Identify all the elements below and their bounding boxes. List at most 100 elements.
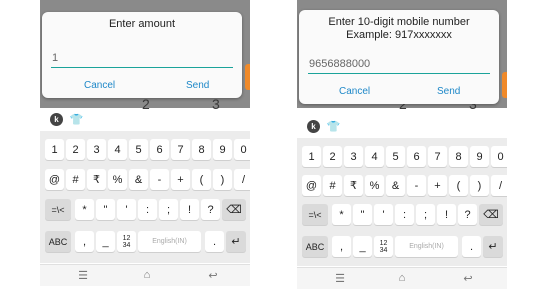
key-space[interactable]: English(IN) <box>138 231 201 252</box>
k-logo-icon[interactable]: k <box>307 120 320 133</box>
key-4[interactable]: 4 <box>365 146 384 167</box>
key-0[interactable]: 0 <box>234 139 250 160</box>
key-period[interactable]: . <box>205 231 224 252</box>
send-button[interactable]: Send <box>186 80 209 91</box>
amount-dialog: Enter amount 1 Cancel Send <box>42 12 242 98</box>
key-5[interactable]: 5 <box>386 146 405 167</box>
key-close-paren[interactable]: ) <box>213 169 232 190</box>
key-colon[interactable]: : <box>395 204 414 225</box>
key-semicolon[interactable]: ; <box>159 199 178 220</box>
key-2[interactable]: 2 <box>323 146 342 167</box>
key-2[interactable]: 2 <box>66 139 85 160</box>
key-abc[interactable]: ABC <box>45 231 71 252</box>
key-slash[interactable]: / <box>491 175 507 196</box>
key-1[interactable]: 1 <box>302 146 321 167</box>
side-accent-tab <box>502 72 507 98</box>
key-1[interactable]: 1 <box>45 139 64 160</box>
key-underscore[interactable]: _ <box>96 231 115 252</box>
key-single-quote[interactable]: ' <box>374 204 393 225</box>
key-close-paren[interactable]: ) <box>470 175 489 196</box>
key-hash[interactable]: # <box>66 169 85 190</box>
key-colon[interactable]: : <box>138 199 157 220</box>
key-3[interactable]: 3 <box>344 146 363 167</box>
key-rupee[interactable]: ₹ <box>344 175 363 196</box>
key-9[interactable]: 9 <box>213 139 232 160</box>
key-asterisk[interactable]: * <box>75 199 94 220</box>
mobile-number-input[interactable]: 9656888000 <box>308 56 490 74</box>
key-ampersand[interactable]: & <box>129 169 148 190</box>
enter-icon[interactable]: ↵ <box>226 231 246 252</box>
mobile-number-dialog: Enter 10-digit mobile number Example: 91… <box>299 10 499 104</box>
key-question[interactable]: ? <box>458 204 477 225</box>
amount-input[interactable]: 1 <box>51 50 233 68</box>
key-numpad[interactable]: 12 34 <box>117 231 136 252</box>
backspace-icon[interactable]: ⌫ <box>222 199 246 220</box>
key-7[interactable]: 7 <box>171 139 190 160</box>
keyboard: 1 2 3 4 5 6 7 8 9 0 @ # ₹ % & - + ( ) / … <box>40 131 250 263</box>
dialog-title: Enter 10-digit mobile number <box>328 16 470 28</box>
key-3[interactable]: 3 <box>87 139 106 160</box>
key-asterisk[interactable]: * <box>332 204 351 225</box>
dialog-subtitle: Example: 917xxxxxxx <box>346 29 452 41</box>
key-space[interactable]: English(IN) <box>395 236 458 257</box>
backspace-icon[interactable]: ⌫ <box>479 204 503 225</box>
recent-apps-icon[interactable]: ☰ <box>330 270 350 286</box>
k-logo-icon[interactable]: k <box>50 113 63 126</box>
key-exclamation[interactable]: ! <box>180 199 199 220</box>
key-more-symbols[interactable]: =\< <box>302 204 328 225</box>
home-icon[interactable]: ⌂ <box>392 270 412 286</box>
key-open-paren[interactable]: ( <box>449 175 468 196</box>
key-slash[interactable]: / <box>234 169 250 190</box>
shirt-icon[interactable]: 👕 <box>327 120 341 133</box>
shirt-icon[interactable]: 👕 <box>70 113 84 126</box>
key-at[interactable]: @ <box>45 169 64 190</box>
keyboard-toolbar: k 👕 <box>297 116 507 138</box>
key-percent[interactable]: % <box>108 169 127 190</box>
key-4[interactable]: 4 <box>108 139 127 160</box>
back-icon[interactable]: ↩ <box>203 267 223 283</box>
cancel-button[interactable]: Cancel <box>84 80 115 91</box>
key-underscore[interactable]: _ <box>353 236 372 257</box>
key-plus[interactable]: + <box>171 169 190 190</box>
dialog-title: Enter amount <box>108 18 176 30</box>
cancel-button[interactable]: Cancel <box>339 86 370 97</box>
key-question[interactable]: ? <box>201 199 220 220</box>
key-8[interactable]: 8 <box>192 139 211 160</box>
key-numpad[interactable]: 12 34 <box>374 236 393 257</box>
back-icon[interactable]: ↩ <box>458 270 478 286</box>
key-abc[interactable]: ABC <box>302 236 328 257</box>
key-exclamation[interactable]: ! <box>437 204 456 225</box>
send-button[interactable]: Send <box>437 86 460 97</box>
key-0[interactable]: 0 <box>491 146 507 167</box>
recent-apps-icon[interactable]: ☰ <box>73 267 93 283</box>
key-6[interactable]: 6 <box>150 139 169 160</box>
phone-screen-right: 2 3 Enter 10-digit mobile number Example… <box>297 0 507 300</box>
keyboard: 1 2 3 4 5 6 7 8 9 0 @ # ₹ % & - + ( ) / … <box>297 138 507 266</box>
key-at[interactable]: @ <box>302 175 321 196</box>
key-ampersand[interactable]: & <box>386 175 405 196</box>
key-hash[interactable]: # <box>323 175 342 196</box>
key-rupee[interactable]: ₹ <box>87 169 106 190</box>
key-open-paren[interactable]: ( <box>192 169 211 190</box>
key-7[interactable]: 7 <box>428 146 447 167</box>
key-5[interactable]: 5 <box>129 139 148 160</box>
keyboard-toolbar: k 👕 <box>40 109 250 131</box>
enter-icon[interactable]: ↵ <box>483 236 503 257</box>
key-8[interactable]: 8 <box>449 146 468 167</box>
key-minus[interactable]: - <box>150 169 169 190</box>
key-more-symbols[interactable]: =\< <box>45 199 71 220</box>
key-plus[interactable]: + <box>428 175 447 196</box>
key-period[interactable]: . <box>462 236 481 257</box>
key-single-quote[interactable]: ' <box>117 199 136 220</box>
key-double-quote[interactable]: " <box>96 199 115 220</box>
key-comma[interactable]: , <box>75 231 94 252</box>
key-double-quote[interactable]: " <box>353 204 372 225</box>
home-icon[interactable]: ⌂ <box>137 267 157 283</box>
key-percent[interactable]: % <box>365 175 384 196</box>
key-9[interactable]: 9 <box>470 146 489 167</box>
key-semicolon[interactable]: ; <box>416 204 435 225</box>
key-minus[interactable]: - <box>407 175 426 196</box>
key-6[interactable]: 6 <box>407 146 426 167</box>
phone-screen-left: 2 3 Enter amount 1 Cancel Send k 👕 1 2 3… <box>40 0 250 300</box>
key-comma[interactable]: , <box>332 236 351 257</box>
